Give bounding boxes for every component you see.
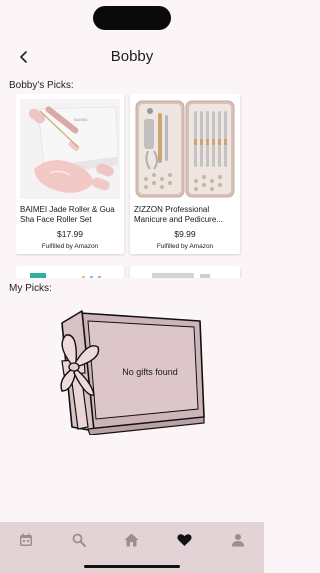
product-name: BAIMEI Jade Roller & Gua Sha Face Roller… <box>20 205 115 224</box>
product-card[interactable]: ZIZZON Professional Manicure and Pedicur… <box>130 94 240 254</box>
product-name: ZIZZON Professional Manicure and Pedicur… <box>134 205 223 224</box>
product-image: BAIMEI <box>20 99 120 199</box>
product-price: $9.99 <box>174 229 196 239</box>
fulfillment-label: Fulfilled by Amazon <box>156 243 214 250</box>
friend-picks-label: Bobby's Picks: <box>9 80 74 91</box>
product-image <box>134 99 236 199</box>
product-card[interactable]: BAIMEI BAIMEI Jade Roller & Gua Sha Face… <box>16 94 124 254</box>
heart-icon <box>177 534 192 546</box>
product-price: $17.99 <box>57 229 83 239</box>
product-image <box>30 273 101 278</box>
home-indicator <box>84 565 180 568</box>
fulfillment-label: Fulfilled by Amazon <box>41 243 99 250</box>
dynamic-island <box>93 6 171 30</box>
page-title: Bobby <box>110 48 154 65</box>
tab-favorites[interactable] <box>170 530 200 550</box>
friend-picks-row-2 <box>16 266 264 278</box>
calendar-icon <box>20 533 33 546</box>
header: Bobby <box>0 42 264 72</box>
search-icon <box>72 533 87 547</box>
friend-picks-carousel[interactable]: BAIMEI BAIMEI Jade Roller & Gua Sha Face… <box>16 94 264 256</box>
home-icon <box>124 533 139 547</box>
product-image <box>152 273 210 278</box>
product-card[interactable] <box>16 266 124 278</box>
tab-profile[interactable] <box>223 530 253 550</box>
empty-state-message: No gifts found <box>122 367 178 377</box>
tab-search[interactable] <box>64 530 94 550</box>
product-card[interactable] <box>130 266 240 278</box>
svg-text:BAIMEI: BAIMEI <box>74 117 88 122</box>
tab-home[interactable] <box>117 530 147 550</box>
my-picks-label: My Picks: <box>9 283 52 294</box>
tab-calendar[interactable] <box>11 530 41 550</box>
person-icon <box>231 534 244 547</box>
